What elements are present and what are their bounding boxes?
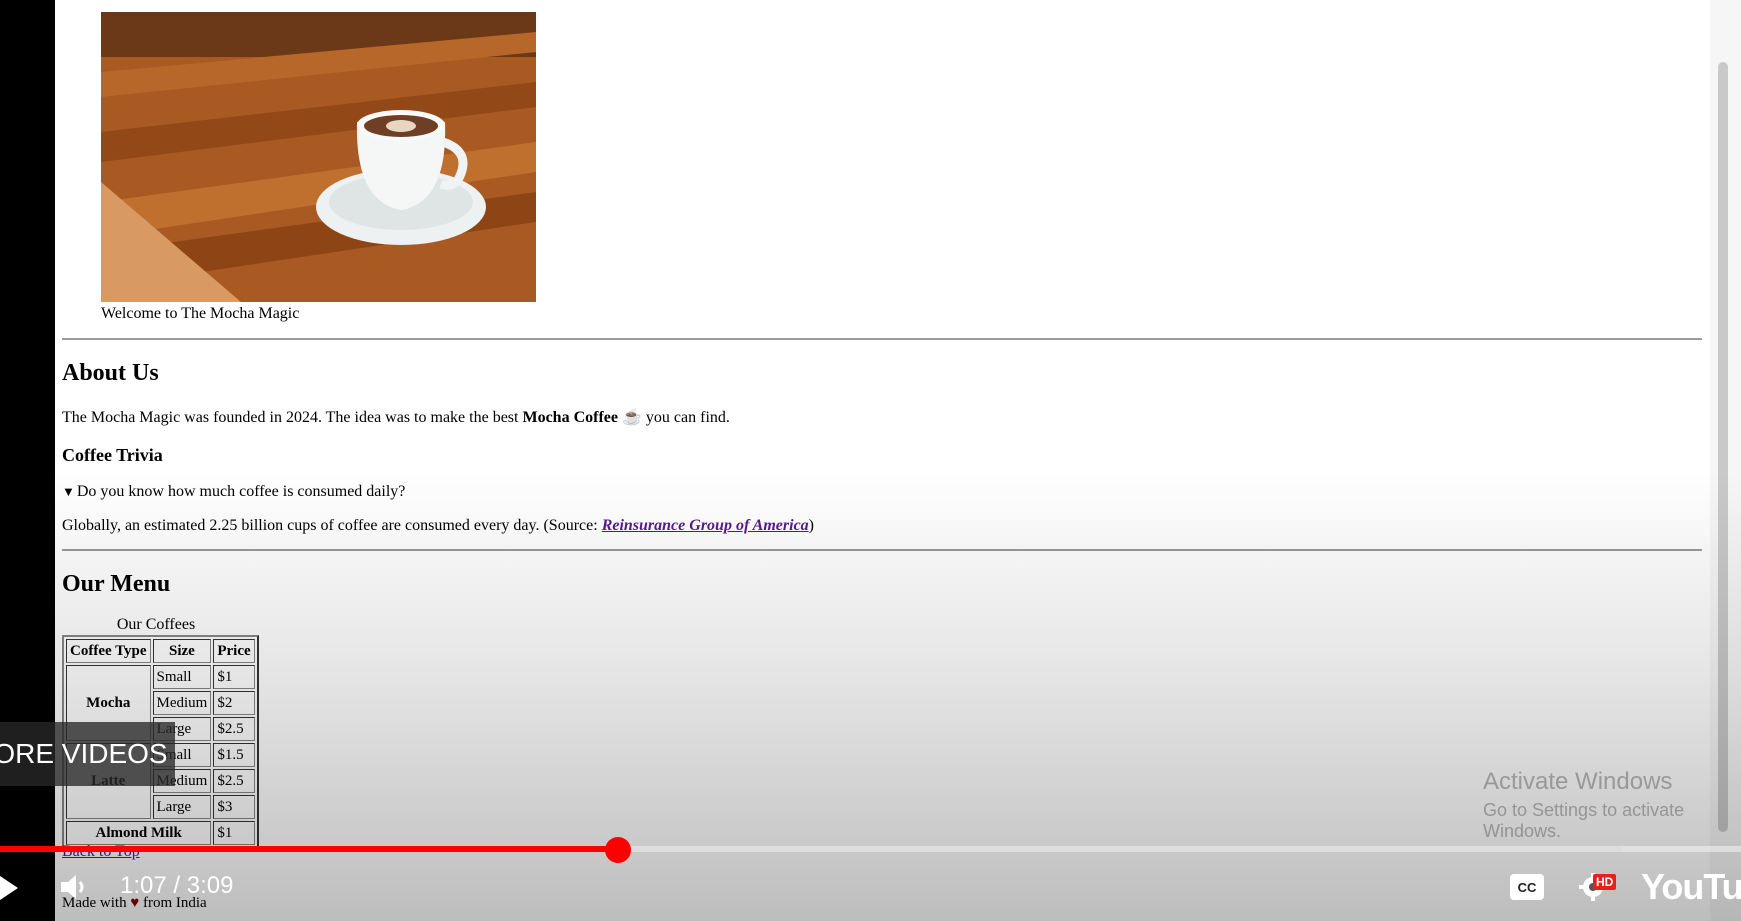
source-link[interactable]: Reinsurance Group of America [602,517,809,534]
table-header: Price [213,639,255,663]
about-text: The Mocha Magic was founded in 2024. The… [62,407,730,427]
price-cell: $2.5 [213,769,255,793]
table-header: Coffee Type [66,639,151,663]
disclosure-triangle-icon[interactable]: ▼ [62,484,75,500]
trivia-text-start: Globally, an estimated 2.25 billion cups… [62,517,602,534]
trivia-text-end: ) [808,517,814,534]
coffee-cup-icon: ☕ [621,409,642,426]
youtube-logo[interactable]: YouTube [1641,866,1741,908]
trivia-summary-toggle[interactable]: ▼ Do you know how much coffee is consumed… [62,483,405,501]
captions-icon[interactable]: CC [1509,873,1545,906]
price-cell: $1.5 [213,743,255,767]
activate-windows-watermark: Activate Windows Go to Settings to activ… [1483,768,1710,842]
about-text-end: you can find. [641,409,730,426]
more-videos-label[interactable]: MORE VIDEOS [0,738,168,769]
about-heading: About Us [62,360,159,386]
volume-icon[interactable] [58,871,90,908]
activate-windows-subtitle: Go to Settings to activate Windows. [1483,800,1685,841]
webpage: Welcome to The Mocha Magic About Us The … [55,0,1710,921]
price-cell: $1 [213,665,255,689]
table-header: Size [152,639,212,663]
size-cell: Medium [152,691,212,715]
divider [62,549,1702,551]
page-scrollbar[interactable] [1710,0,1741,921]
about-text-start: The Mocha Magic was founded in 2024. The… [62,409,523,426]
video-stage: Welcome to The Mocha Magic About Us The … [0,0,1741,921]
divider [62,338,1702,340]
price-cell: $3 [213,795,255,819]
size-cell: Large [152,795,212,819]
coffee-type-cell: Almond Milk [66,821,212,845]
table-header-row: Coffee Type Size Price [66,639,255,663]
progress-played[interactable] [0,846,619,852]
about-bold-text: Mocha Coffee [522,409,618,426]
svg-text:CC: CC [1518,880,1537,895]
time-display: 1:07 / 3:09 [120,872,234,899]
trivia-text: Globally, an estimated 2.25 billion cups… [62,517,814,535]
table-row: Almond Milk $1 [66,821,255,845]
price-cell: $2.5 [213,717,255,741]
trivia-heading: Coffee Trivia [62,445,163,465]
menu-table-caption: Our Coffees [116,616,196,633]
hd-badge: HD [1593,874,1617,890]
trivia-summary-text[interactable]: Do you know how much coffee is consumed … [77,483,406,500]
size-cell: Small [152,665,212,689]
coffee-hero-image [101,12,536,302]
price-cell: $2 [213,691,255,715]
price-cell: $1 [213,821,255,845]
menu-heading: Our Menu [62,571,171,597]
hero-caption: Welcome to The Mocha Magic [101,305,300,322]
scrollbar-thumb[interactable] [1718,62,1728,832]
progress-scrubber[interactable] [605,837,632,863]
more-videos-button[interactable]: MORE VIDEOS [0,722,175,786]
activate-windows-title: Activate Windows [1483,768,1673,795]
play-icon[interactable] [0,876,18,905]
table-row: Mocha Small $1 [66,665,255,741]
